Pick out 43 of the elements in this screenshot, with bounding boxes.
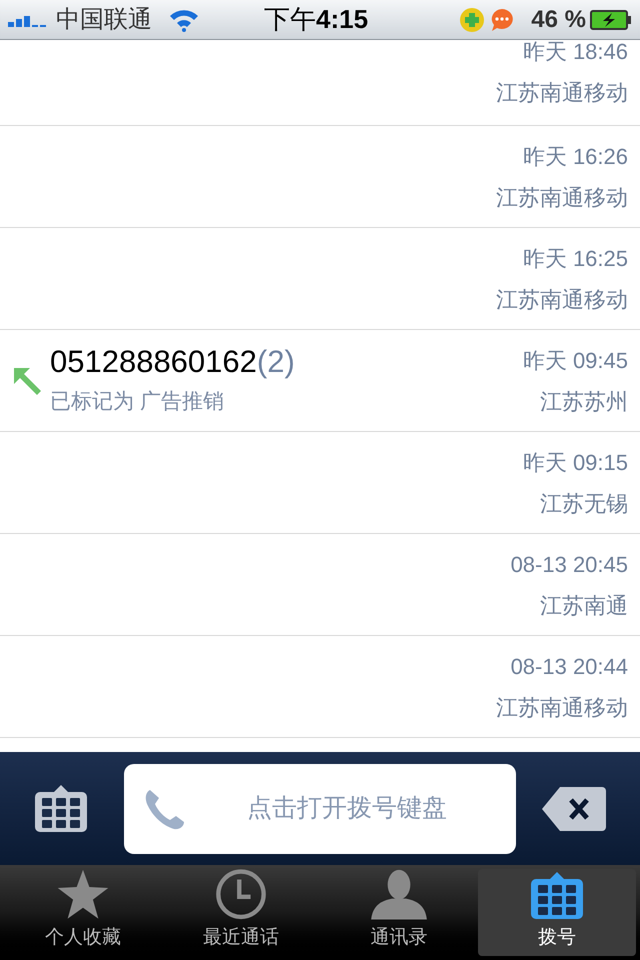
delete-button[interactable] — [542, 786, 606, 830]
call-time: 昨天 16:25 — [522, 244, 628, 272]
dial-field[interactable]: 点击打开拨号键盘 — [124, 764, 516, 854]
phone-number: 051288860162(2) — [50, 343, 296, 382]
call-location: 江苏无锡 — [540, 490, 628, 518]
call-time: 昨天 18:46 — [522, 40, 628, 66]
backspace-icon — [542, 786, 606, 830]
call-row[interactable]: 昨天 09:15 江苏无锡 — [0, 432, 640, 534]
call-row[interactable]: 昨天 18:46 江苏南通移动 — [0, 40, 640, 126]
call-row[interactable]: 昨天 16:25 江苏南通移动 — [0, 228, 640, 330]
call-location: 江苏苏州 — [540, 388, 628, 416]
call-location: 江苏南通移动 — [496, 694, 628, 722]
tab[interactable]: 最近通话 — [162, 869, 320, 956]
call-time: 昨天 09:45 — [522, 346, 628, 374]
call-time: 08-13 20:45 — [510, 550, 628, 578]
keypad-icon — [530, 872, 584, 920]
call-note: 已标记为 广告推销 — [50, 389, 225, 416]
dial-input[interactable]: 点击打开拨号键盘 — [202, 790, 492, 828]
call-location: 江苏南通移动 — [496, 79, 628, 107]
call-location: 江苏南通移动 — [496, 184, 628, 212]
battery-icon — [590, 10, 632, 30]
carrier-name: 中国联通 — [56, 4, 152, 34]
chat-bubble-icon — [489, 6, 516, 32]
battery-percent: 46 % — [531, 4, 586, 34]
tab[interactable]: 拨号 — [478, 869, 636, 956]
call-row[interactable]: 08-13 20:44 江苏南通移动 — [0, 636, 640, 738]
keypad-toggle-button[interactable] — [34, 784, 88, 832]
keypad-icon — [34, 784, 88, 832]
clock-time: 下午4:15 — [264, 3, 368, 36]
call-time: 08-13 20:44 — [510, 652, 628, 680]
call-row[interactable]: 08-13 20:45 江苏南通 — [0, 534, 640, 636]
call-location: 江苏南通移动 — [496, 286, 628, 314]
call-row[interactable]: 昨天 16:26 江苏南通移动 — [0, 126, 640, 228]
plus-badge-icon — [459, 6, 486, 32]
wifi-icon — [168, 8, 200, 32]
tab[interactable]: 个人收藏 — [4, 869, 162, 956]
call-row[interactable]: 051288860162(2) 已标记为 广告推销 昨天 09:45 江苏苏州 — [0, 330, 640, 432]
phone-handset-icon — [144, 788, 186, 830]
call-time: 昨天 16:26 — [522, 142, 628, 170]
tab[interactable]: 通讯录 — [320, 869, 478, 956]
call-time: 昨天 09:15 — [522, 448, 628, 476]
outgoing-arrow-icon — [12, 366, 42, 396]
call-location: 江苏南通 — [540, 592, 628, 620]
